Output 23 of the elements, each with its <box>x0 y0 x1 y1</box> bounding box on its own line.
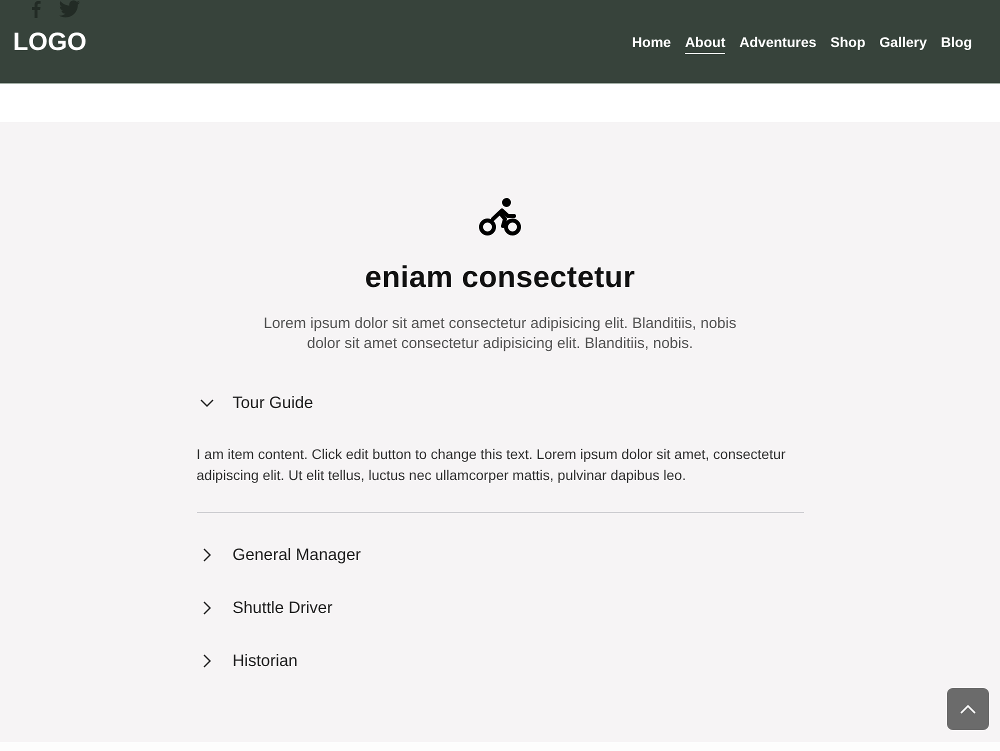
cyclist-icon <box>479 198 521 236</box>
item-content-text: I am item content. Click edit button to change this text. Lorem ipsum dolor sit amet, consectetur adipiscing elit. Ut elit tellus, luctus nec ullamcorper mattis, pulvinar dapibus leo. <box>196 445 787 485</box>
nav-link[interactable]: About <box>684 33 726 54</box>
chevron-right-icon <box>202 601 210 615</box>
logo-text[interactable]: LOGO <box>13 28 87 56</box>
nav-link[interactable]: Blog <box>940 33 972 54</box>
chevron-down-icon <box>200 399 214 407</box>
twitter-icon[interactable] <box>59 0 80 18</box>
section-heading: eniam consectetur <box>364 260 636 296</box>
facebook-icon[interactable] <box>31 0 41 18</box>
accordion-header[interactable]: Tour Guide <box>196 383 804 423</box>
intro-paragraph: Lorem ipsum dolor sit amet consectetur adipisicing elit. Blanditiis, nobis dolor sit amet consectetur adipisicing elit. Blanditiis, nobis. <box>262 314 738 354</box>
chevron-up-icon <box>960 704 976 714</box>
accordion-header[interactable]: General Manager <box>196 535 804 575</box>
nav-link[interactable]: Shop <box>830 33 866 54</box>
nav-link[interactable]: Gallery <box>879 33 927 54</box>
accordion-header[interactable]: Shuttle Driver <box>196 588 804 628</box>
back-to-top-button[interactable] <box>947 688 989 730</box>
nav-link[interactable]: Adventures <box>739 33 816 54</box>
accordion-header[interactable]: Historian <box>196 641 804 681</box>
nav-link[interactable]: Home <box>632 33 671 54</box>
chevron-right-icon <box>202 548 210 562</box>
chevron-right-icon <box>202 654 210 668</box>
